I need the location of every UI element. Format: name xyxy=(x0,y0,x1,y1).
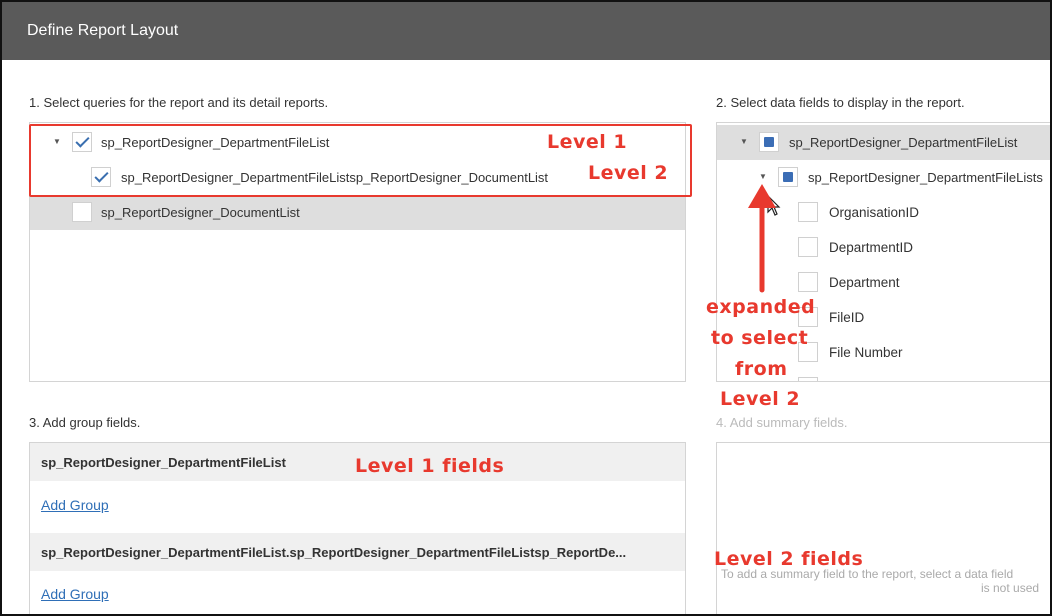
fields-child-label: sp_ReportDesigner_DepartmentFileLists xyxy=(808,170,1043,185)
query-checkbox-documentlist[interactable] xyxy=(72,202,92,222)
fields-root-checkbox[interactable] xyxy=(759,132,779,152)
annotation-level2: Level 2 xyxy=(588,162,669,184)
fields-child-checkbox[interactable] xyxy=(778,167,798,187)
annotation-to-select: to select xyxy=(711,327,809,349)
collapse-arrow-icon[interactable]: ▼ xyxy=(740,137,748,146)
fields-root-node[interactable]: ▼ sp_ReportDesigner_DepartmentFileList xyxy=(717,125,1050,160)
group-header-level2: sp_ReportDesigner_DepartmentFileList.sp_… xyxy=(30,533,685,571)
field-checkbox[interactable] xyxy=(798,237,818,257)
queries-section-label: 1. Select queries for the report and its… xyxy=(29,95,329,110)
annotation-expanded: expanded xyxy=(706,296,816,318)
summary-hint-2: is not used xyxy=(981,581,1040,595)
query-item-documentlist[interactable]: sp_ReportDesigner_DocumentList xyxy=(30,195,685,230)
field-checkbox[interactable] xyxy=(798,202,818,222)
field-checkbox[interactable] xyxy=(798,377,818,381)
add-group-link-level2[interactable]: Add Group xyxy=(41,586,109,602)
annotation-level1-fields: Level 1 fields xyxy=(355,455,505,477)
field-checkbox[interactable] xyxy=(798,272,818,292)
group-section-label: 3. Add group fields. xyxy=(29,415,141,430)
window-title: Define Report Layout xyxy=(2,2,1050,60)
collapse-arrow-icon[interactable]: ▼ xyxy=(759,172,767,181)
field-label: OrganisationID xyxy=(829,205,920,220)
field-label: File Number xyxy=(829,345,903,360)
query-label: sp_ReportDesigner_DocumentList xyxy=(101,205,300,220)
fields-section-label: 2. Select data fields to display in the … xyxy=(716,95,965,110)
annotation-level2-note: Level 2 xyxy=(720,388,801,410)
summary-section-label: 4. Add summary fields. xyxy=(716,415,848,430)
annotation-from: from xyxy=(735,358,788,380)
annotation-level2-fields: Level 2 fields xyxy=(714,548,864,570)
field-label: DepartmentID xyxy=(829,240,914,255)
fields-root-label: sp_ReportDesigner_DepartmentFileList xyxy=(789,135,1018,150)
field-label: FileID xyxy=(829,310,865,325)
report-layout-window: Define Report Layout 1. Select queries f… xyxy=(0,0,1052,616)
field-label: Department xyxy=(829,275,900,290)
summary-panel: To add a summary field to the report, se… xyxy=(716,442,1050,614)
annotation-level1: Level 1 xyxy=(547,131,628,153)
add-group-link-level1[interactable]: Add Group xyxy=(41,497,109,513)
annotation-arrow-icon xyxy=(748,184,776,293)
